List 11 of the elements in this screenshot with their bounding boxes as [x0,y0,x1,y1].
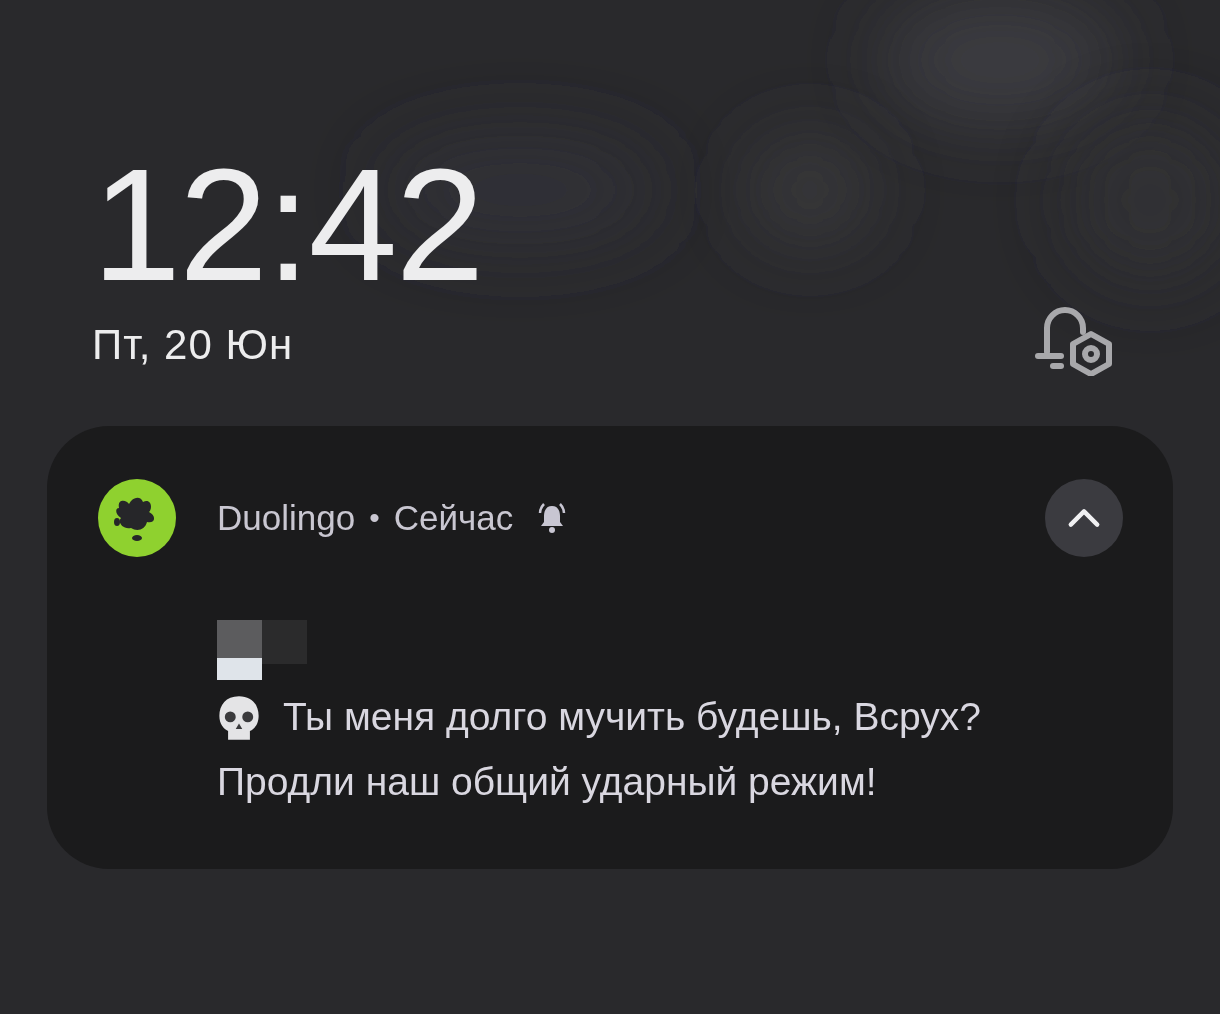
notification-time: Сейчас [393,498,514,538]
separator-dot: • [369,501,380,535]
notification-card[interactable]: Duolingo • Сейчас Ты меня долго мучить будешь, Всрух? Продли наш общий ударный режим! [47,426,1173,869]
notification-settings-icon[interactable] [1035,304,1115,376]
owl-logo-icon [97,478,177,558]
message-line: Продли наш общий ударный режим! [217,759,878,805]
clock-time: 12:42 [92,150,483,300]
message-line: Ты меня долго мучить будешь, Всрух? [283,694,981,740]
date-text: Пт, 20 Юн [92,321,294,369]
skull-icon [217,694,261,742]
app-name: Duolingo [217,498,356,538]
